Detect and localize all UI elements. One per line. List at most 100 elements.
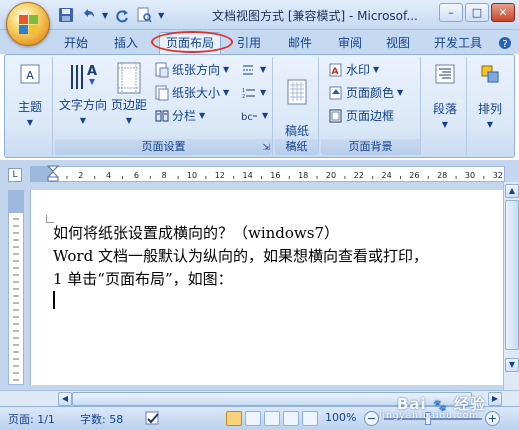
ruler-number: 16 [270, 171, 280, 180]
arrange-button[interactable]: 排列 ▼ [471, 63, 509, 133]
theme-label: 主题 [17, 100, 42, 114]
customize-dropdown-icon[interactable]: ▼ [158, 11, 164, 20]
tab-home[interactable]: 开始 [64, 33, 88, 53]
watermark-label: 水印 [346, 63, 371, 77]
hyphenation-button[interactable]: bc ▼ [241, 107, 268, 125]
margins-button[interactable]: 页边距 ▼ [109, 61, 149, 129]
watermark-dropdown-icon: ▼ [373, 65, 380, 74]
line-numbers-dropdown-icon: ▼ [260, 88, 267, 97]
paper-settings-icon [287, 79, 307, 105]
vertical-ruler[interactable] [8, 190, 24, 385]
document-line: 1 单击“页面布局”，如图： [53, 270, 233, 288]
text-cursor [53, 291, 55, 309]
breaks-button[interactable]: ▼ [241, 61, 266, 79]
theme-button[interactable]: A 主题 ▼ [11, 63, 49, 131]
group-paper: 稿纸 设置 稿纸 [275, 57, 319, 155]
group-paragraph: 段落 ▼ [423, 57, 467, 155]
tab-review[interactable]: 审阅 [338, 33, 362, 53]
document-page[interactable]: 如何将纸张设置成横向的？（windows7） Word 文档一般默认为纵向的，如… [30, 190, 503, 385]
scroll-left-icon[interactable]: ◀ [58, 392, 72, 406]
proofing-icon[interactable] [145, 411, 161, 426]
zoom-out-icon[interactable]: − [364, 411, 379, 426]
scroll-down-icon[interactable]: ▼ [505, 358, 519, 372]
orientation-label: 纸张方向 [172, 63, 221, 77]
draft-view-button[interactable] [302, 411, 318, 426]
scroll-right-icon[interactable]: ▶ [488, 392, 502, 406]
group-page-background: A 水印 ▼ 页面颜色 ▼ 页面边框 页面背景 [321, 57, 421, 155]
horizontal-ruler-ticks: 2 4 6 8 10 12 14 16 18 20 22 24 26 28 30 32 [66, 171, 503, 180]
tab-selector[interactable]: L [8, 168, 22, 182]
ruler-number: 22 [354, 171, 364, 180]
margins-label: 页边距 [110, 98, 147, 112]
svg-text:A: A [26, 69, 34, 82]
paragraph-dropdown-icon: ▼ [441, 120, 449, 129]
group-page-setup-label: 页面设置 [55, 139, 272, 155]
group-page-background-label: 页面背景 [321, 139, 420, 155]
orientation-button[interactable]: 纸张方向 ▼ [155, 61, 229, 79]
word-count[interactable]: 字数: 58 [80, 411, 123, 427]
scroll-up-icon[interactable]: ▲ [505, 184, 519, 198]
group-page-setup: A 文字方向 ▼ 页边距 ▼ 纸张方向 ▼ 纸张大小 ▼ 分栏 ▼ ▼ 1 2 … [55, 57, 273, 155]
web-layout-view-button[interactable] [264, 411, 280, 426]
title-bar: ▼ ▼ 文档视图方式 [兼容模式] - Microsof... – □ ✕ [0, 0, 519, 30]
theme-icon: A [20, 64, 40, 84]
group-arrange: 排列 ▼ [469, 57, 511, 155]
undo-icon[interactable] [80, 7, 96, 23]
text-direction-dropdown-icon: ▼ [79, 116, 87, 125]
highlight-circle [151, 31, 233, 53]
print-preview-icon[interactable] [136, 7, 152, 23]
save-icon[interactable] [58, 7, 74, 23]
quick-access-toolbar: ▼ ▼ [58, 6, 164, 24]
tab-mailings[interactable]: 邮件 [288, 33, 312, 53]
ruler-number: 8 [162, 171, 167, 180]
columns-button[interactable]: 分栏 ▼ [155, 107, 205, 125]
ruler-number: 10 [187, 171, 197, 180]
svg-text:A: A [87, 64, 97, 79]
tab-developer[interactable]: 开发工具 [434, 33, 482, 53]
watermark-domain: jingyan.baidu.com [379, 411, 480, 421]
page-borders-button[interactable]: 页面边框 [329, 107, 394, 125]
paragraph-button[interactable]: 段落 ▼ [425, 63, 465, 133]
tab-view[interactable]: 视图 [386, 33, 410, 53]
size-dropdown-icon: ▼ [223, 88, 230, 97]
ruler-number: 6 [134, 171, 139, 180]
arrange-label: 排列 [477, 102, 502, 116]
arrange-icon [481, 65, 499, 83]
vertical-ruler-ticks [13, 218, 19, 381]
zoom-in-icon[interactable]: + [485, 411, 500, 426]
text-direction-label: 文字方向 [58, 98, 107, 112]
help-icon[interactable]: ? [498, 36, 512, 50]
text-direction-button[interactable]: A 文字方向 ▼ [57, 61, 109, 129]
undo-dropdown-icon[interactable]: ▼ [102, 11, 108, 20]
close-button[interactable]: ✕ [491, 3, 515, 22]
hyphenation-dropdown-icon: ▼ [262, 111, 269, 120]
tab-references[interactable]: 引用 [237, 33, 261, 53]
svg-text:?: ? [502, 39, 507, 50]
indent-marker-icon[interactable] [47, 165, 59, 183]
page-count[interactable]: 页面: 1/1 [8, 411, 55, 427]
ruler-number: 2 [78, 171, 83, 180]
ruler-number: 14 [243, 171, 253, 180]
horizontal-ruler[interactable]: 2 4 6 8 10 12 14 16 18 20 22 24 26 28 30 32 [30, 165, 505, 183]
paragraph-label: 段落 [432, 102, 457, 116]
redo-icon[interactable] [114, 7, 130, 23]
ruler-number: 20 [326, 171, 336, 180]
office-button[interactable] [6, 2, 50, 46]
line-numbers-button[interactable]: 12 ▼ [241, 84, 266, 102]
vertical-scroll-thumb[interactable] [505, 200, 519, 350]
page-color-button[interactable]: 页面颜色 ▼ [329, 84, 403, 102]
ruler-number: 32 [493, 171, 503, 180]
zoom-level[interactable]: 100% [325, 411, 356, 424]
watermark-button[interactable]: A 水印 ▼ [329, 61, 379, 79]
print-layout-view-button[interactable] [226, 411, 242, 426]
maximize-button[interactable]: □ [465, 3, 489, 22]
vertical-scrollbar[interactable]: ▲ ▼ [503, 182, 519, 390]
margins-dropdown-icon: ▼ [125, 116, 133, 125]
minimize-button[interactable]: – [439, 3, 463, 22]
page-setup-launcher-icon[interactable]: ⇲ [262, 143, 270, 153]
outline-view-button[interactable] [283, 411, 299, 426]
size-button[interactable]: 纸张大小 ▼ [155, 84, 229, 102]
ruler-number: 12 [215, 171, 225, 180]
tab-insert[interactable]: 插入 [114, 33, 138, 53]
full-screen-reading-view-button[interactable] [245, 411, 261, 426]
